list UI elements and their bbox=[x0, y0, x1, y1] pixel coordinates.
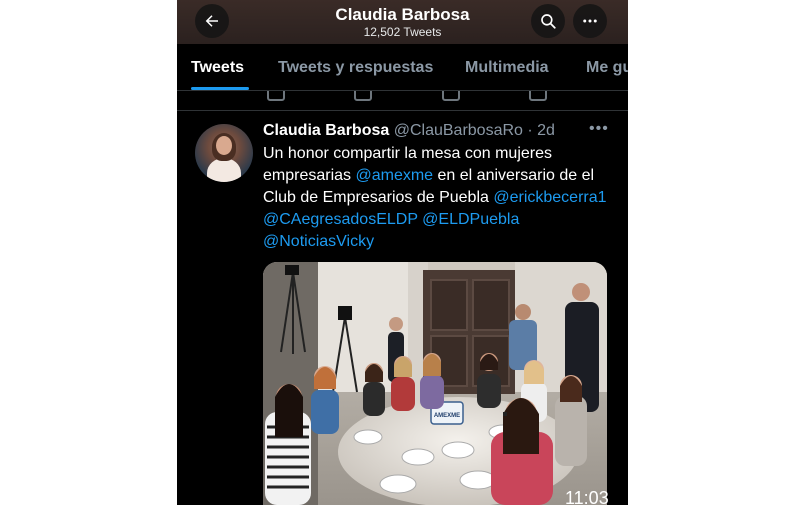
mention-link[interactable]: @NoticiasVicky bbox=[263, 233, 374, 250]
mention-link[interactable]: @amexme bbox=[355, 167, 433, 184]
tab-tweets[interactable]: Tweets bbox=[191, 59, 244, 77]
separator-dot: · bbox=[522, 122, 538, 139]
twitter-profile-screen: Claudia Barbosa 12,502 Tweets Tweets Twe… bbox=[177, 0, 628, 505]
tweet-header: Claudia Barbosa @ClauBarbosaRo · 2d bbox=[263, 122, 555, 140]
status-time: 11:03 bbox=[565, 488, 609, 505]
active-tab-indicator bbox=[191, 87, 249, 90]
tweet-author-name[interactable]: Claudia Barbosa bbox=[263, 122, 389, 139]
profile-header: Claudia Barbosa 12,502 Tweets bbox=[177, 0, 628, 44]
tweet-age[interactable]: 2d bbox=[537, 122, 555, 139]
tab-tweets-y-respuestas[interactable]: Tweets y respuestas bbox=[278, 59, 433, 77]
tweet-more-icon[interactable]: ••• bbox=[589, 120, 609, 138]
avatar[interactable] bbox=[195, 124, 253, 182]
more-button[interactable] bbox=[573, 4, 607, 38]
tweet-text: Un honor compartir la mesa con mujeres e… bbox=[263, 143, 618, 253]
tab-multimedia[interactable]: Multimedia bbox=[465, 59, 549, 77]
share-icon[interactable] bbox=[529, 91, 547, 101]
mention-link[interactable]: @CAegresadosELDP bbox=[263, 211, 418, 228]
reply-icon[interactable] bbox=[267, 91, 285, 101]
table-sign: AMEXME bbox=[434, 413, 460, 419]
tab-me-gusta[interactable]: Me gu bbox=[586, 59, 628, 77]
mention-link[interactable]: @ELDPuebla bbox=[422, 211, 519, 228]
mention-link[interactable]: @erickbecerra1 bbox=[493, 189, 606, 206]
event-photo: AMEXME bbox=[263, 262, 607, 505]
tweet-author-handle[interactable]: @ClauBarbosaRo bbox=[394, 122, 523, 139]
search-button[interactable] bbox=[531, 4, 565, 38]
tweet-photo[interactable]: AMEXME bbox=[263, 262, 607, 505]
previous-tweet-actions bbox=[177, 91, 628, 111]
search-icon bbox=[541, 14, 556, 29]
like-icon[interactable] bbox=[442, 91, 460, 101]
retweet-icon[interactable] bbox=[354, 91, 372, 101]
profile-tabs: Tweets Tweets y respuestas Multimedia Me… bbox=[177, 44, 628, 91]
more-horizontal-icon bbox=[583, 19, 597, 23]
